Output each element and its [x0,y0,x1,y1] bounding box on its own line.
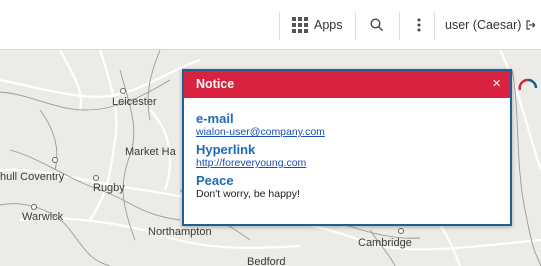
search-button[interactable] [370,13,384,37]
user-label: user (Caesar) [445,18,522,32]
place-label-rugby: Rugby [93,182,125,194]
notice-header: Notice × [184,71,510,98]
place-marker [398,228,404,234]
place-label-cambridge: Cambridge [358,237,412,249]
place-label-coventry: hull Coventry [0,171,65,183]
apps-label: Apps [314,18,343,32]
separator [355,12,356,40]
hyperlink-heading: Hyperlink [196,142,256,157]
apps-grid-icon [292,17,308,33]
search-icon [370,18,384,32]
place-label-warwick: Warwick [22,211,64,223]
hyperlink-link[interactable]: http://foreveryoung.com [196,157,510,170]
map-logo-icon [518,78,538,91]
more-menu-button[interactable] [417,13,421,37]
email-heading: e-mail [196,111,234,126]
top-bar: Apps user (Caesar) [0,0,541,50]
email-link[interactable]: wialon-user@company.com [196,126,510,139]
place-label-market-harborough: Market Ha [125,146,176,158]
peace-heading: Peace [196,173,234,188]
place-label-bedford: Bedford [247,256,286,266]
separator [279,12,280,40]
vertical-dots-icon [417,18,421,32]
place-label-northampton: Northampton [148,226,212,238]
separator [399,12,400,40]
apps-button[interactable]: Apps [292,13,343,37]
place-marker [120,88,126,94]
user-menu-button[interactable]: user (Caesar) [445,13,536,37]
separator [434,12,435,40]
notice-title: Notice [196,77,235,91]
place-label-leicester: Leicester [112,96,157,108]
notice-dialog: Notice × e-mail wialon-user@company.com … [182,69,512,226]
close-icon[interactable]: × [492,75,501,92]
place-marker [52,157,58,163]
peace-text: Don't worry, be happy! [196,188,300,200]
place-marker [31,204,37,210]
notice-body: e-mail wialon-user@company.com Hyperlink… [184,98,510,201]
logout-icon[interactable] [525,19,536,31]
place-marker [93,175,99,181]
